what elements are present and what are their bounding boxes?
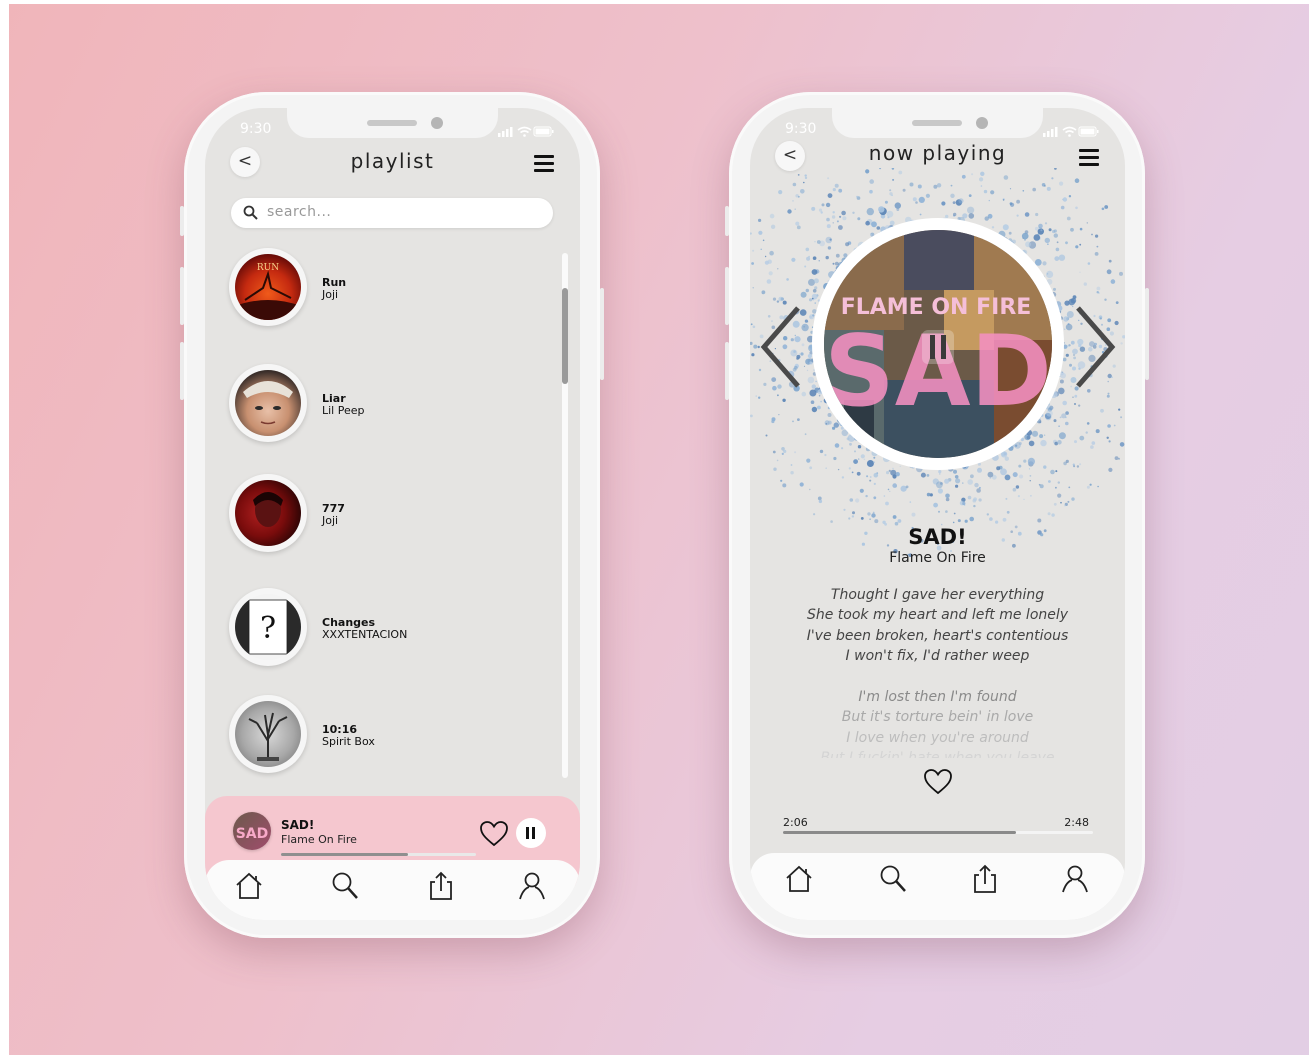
search-icon[interactable]: [878, 863, 908, 895]
lyric-line: I'm lost then I'm found: [858, 689, 1017, 705]
notch: [832, 108, 1043, 138]
pause-icon: [526, 827, 529, 839]
page-title: now playing: [868, 141, 1007, 165]
lyric-line: I've been broken, heart's contentious: [806, 628, 1069, 644]
now-playing-screen: 9:30 < now playing FLAME ON FIRE SAD SAD…: [750, 108, 1125, 920]
song-item[interactable]: 777 Joji: [229, 474, 529, 560]
phone-volume-up: [725, 267, 729, 325]
playlist-screen: 9:30 < playlist search... RUN Run Joji L…: [205, 108, 580, 920]
phone-volume-up: [180, 267, 184, 325]
notch: [287, 108, 498, 138]
song-item[interactable]: RUN Run Joji: [229, 248, 529, 334]
time-total: 2:48: [1064, 816, 1089, 829]
frame-edge-left: [0, 0, 9, 1055]
lyric-line: Thought I gave her everything: [830, 587, 1045, 603]
search-icon[interactable]: [330, 870, 360, 902]
phone-mute-switch: [180, 206, 184, 236]
song-title: SAD!: [908, 525, 967, 549]
profile-icon[interactable]: [1060, 863, 1090, 895]
phone-now-playing: 9:30 < now playing FLAME ON FIRE SAD SAD…: [725, 92, 1149, 938]
lyric-line: But it's torture bein' in love: [841, 709, 1034, 725]
phone-volume-down: [180, 342, 184, 400]
lyric-line: I love when you're around: [846, 730, 1029, 746]
pause-icon[interactable]: [922, 330, 954, 364]
phone-power-button: [1145, 288, 1149, 380]
progress-bar-fill: [783, 831, 1016, 834]
lyric-line: She took my heart and left me lonely: [806, 607, 1069, 623]
phone-playlist: 9:30 < playlist search... RUN Run Joji L…: [180, 92, 604, 938]
album-art: ?: [229, 588, 307, 666]
hamburger-menu-icon[interactable]: [1079, 149, 1099, 170]
search-placeholder: search...: [267, 204, 332, 220]
song-item[interactable]: 10:16 Spirit Box: [229, 695, 529, 781]
share-icon[interactable]: [970, 863, 1000, 895]
song-artist: XXXTENTACION: [322, 628, 408, 641]
mini-player-title: SAD!: [281, 818, 315, 832]
heart-icon[interactable]: [923, 768, 953, 796]
album-art: [229, 695, 307, 773]
song-item[interactable]: ? Changes XXXTENTACION: [229, 588, 529, 674]
lyric-line: But I fuckin' hate when you leave: [820, 750, 1055, 758]
search-icon: [243, 205, 258, 220]
album-art: RUN: [229, 248, 307, 326]
hamburger-menu-icon[interactable]: [534, 155, 554, 176]
phone-mute-switch: [725, 206, 729, 236]
share-icon[interactable]: [426, 870, 456, 902]
status-icons: [498, 122, 554, 141]
song-artist: Spirit Box: [322, 735, 375, 748]
home-icon[interactable]: [784, 863, 814, 895]
scrollbar-thumb[interactable]: [562, 288, 568, 384]
page-title: playlist: [350, 149, 435, 173]
status-icons: [1043, 122, 1099, 141]
tab-bar: [205, 860, 580, 920]
song-artist: Lil Peep: [322, 404, 365, 417]
album-art: [229, 474, 307, 552]
heart-icon[interactable]: [479, 820, 509, 848]
svg-text:SAD: SAD: [236, 826, 269, 842]
pause-button[interactable]: [516, 818, 546, 848]
song-item[interactable]: Liar Lil Peep: [229, 364, 529, 450]
mini-player-album-art: SAD: [233, 812, 271, 850]
tab-bar: [750, 853, 1125, 920]
mini-player-progress-fill: [281, 853, 408, 856]
mini-player-artist: Flame On Fire: [281, 833, 357, 846]
search-input[interactable]: search...: [231, 198, 553, 228]
album-art-ring: FLAME ON FIRE SAD: [812, 218, 1064, 470]
next-track-chevron-icon[interactable]: [1072, 304, 1118, 390]
svg-text:?: ?: [260, 611, 276, 646]
progress-bar[interactable]: [783, 831, 1093, 834]
phone-power-button: [600, 288, 604, 380]
lyric-line: I won't fix, I'd rather weep: [845, 648, 1030, 664]
song-artist: Flame On Fire: [889, 550, 986, 566]
album-art: [229, 364, 307, 442]
status-time: 9:30: [785, 121, 817, 137]
frame-edge-top: [0, 0, 1309, 4]
phone-volume-down: [725, 342, 729, 400]
status-time: 9:30: [240, 121, 272, 137]
song-artist: Joji: [322, 514, 339, 527]
song-artist: Joji: [322, 288, 339, 301]
time-elapsed: 2:06: [783, 816, 808, 829]
home-icon[interactable]: [234, 870, 264, 902]
mini-player-progress[interactable]: [281, 853, 476, 856]
previous-track-chevron-icon[interactable]: [758, 304, 804, 390]
profile-icon[interactable]: [517, 870, 547, 902]
